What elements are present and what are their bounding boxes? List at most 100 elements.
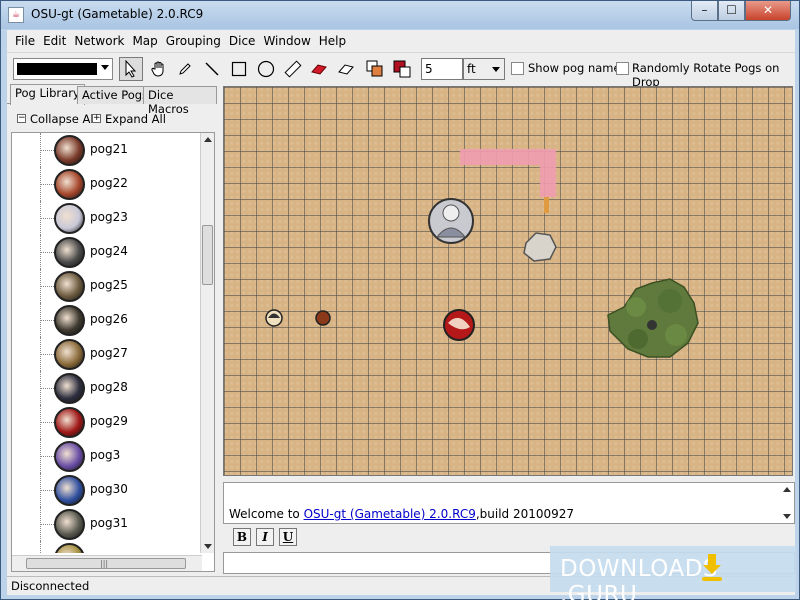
pog-tree-item[interactable]: pog31 (12, 507, 202, 541)
pog-thumbnail[interactable] (54, 373, 85, 404)
collapse-all-button[interactable]: Collapse All (30, 112, 97, 126)
chat-scrollbar[interactable] (780, 483, 794, 523)
tree-line (40, 320, 54, 321)
knight-pog[interactable] (428, 198, 474, 244)
random-rotate-checkbox[interactable] (616, 62, 629, 75)
layer-tool-button[interactable] (363, 57, 387, 81)
red-dragon-pog[interactable] (443, 309, 475, 341)
eraser-tool-button[interactable] (334, 57, 358, 81)
underline-button[interactable]: U (279, 528, 297, 546)
eraser-icon (338, 64, 354, 75)
tree-vertical-scrollbar[interactable] (200, 133, 214, 553)
pog-tree-item[interactable]: pog29 (12, 405, 202, 439)
title-bar[interactable]: ☕ OSU-gt (Gametable) 2.0.RC9 – ☐ ✕ (1, 1, 799, 29)
menu-network[interactable]: Network (70, 34, 128, 48)
tree-pog[interactable] (607, 278, 699, 358)
menu-map[interactable]: Map (128, 34, 161, 48)
pog-thumbnail[interactable] (54, 135, 85, 166)
distance-input[interactable]: 5 (421, 58, 463, 80)
pog-thumbnail[interactable] (54, 475, 85, 506)
tree-horizontal-scrollbar[interactable]: ||| (12, 555, 202, 571)
pog-label: pog31 (90, 516, 128, 530)
small-pog-dark[interactable] (315, 310, 331, 326)
tab-pog-library[interactable]: Pog Library (10, 84, 85, 105)
red-eraser-tool-button[interactable] (307, 57, 331, 81)
pog-tree-item[interactable]: pog28 (12, 371, 202, 405)
layer-icon (366, 60, 383, 77)
menu-edit[interactable]: Edit (39, 34, 70, 48)
menu-window[interactable]: Window (259, 34, 314, 48)
menu-help[interactable]: Help (315, 34, 350, 48)
pog-tree-item[interactable]: pog3 (12, 439, 202, 473)
circle-tool-button[interactable] (254, 57, 278, 81)
pog-thumbnail[interactable] (54, 237, 85, 268)
menu-grouping[interactable]: Grouping (162, 34, 225, 48)
pog-thumbnail[interactable] (54, 441, 85, 472)
map-canvas[interactable] (223, 86, 793, 476)
menu-dice[interactable]: Dice (225, 34, 260, 48)
show-pog-names-checkbox[interactable] (511, 62, 524, 75)
pog-thumbnail[interactable] (54, 169, 85, 200)
scroll-down-icon[interactable] (783, 514, 791, 519)
minimize-button[interactable]: – (691, 1, 718, 21)
ruler-tool-button[interactable] (281, 57, 305, 81)
welcome-prefix: Welcome to (229, 507, 304, 521)
pog-tree-item[interactable]: pog24 (12, 235, 202, 269)
unit-select[interactable]: ft (463, 58, 505, 80)
expand-all-button[interactable]: Expand All (105, 112, 166, 126)
pog-tree-item[interactable]: pog27 (12, 337, 202, 371)
pog-tree-item[interactable]: pog23 (12, 201, 202, 235)
scroll-up-icon[interactable] (783, 487, 791, 492)
pointer-tool-button[interactable] (119, 57, 143, 81)
pog-tree[interactable]: pog21 pog22 pog23 pog24 pog25 pog26 pog27 pog28… (11, 132, 215, 572)
tree-line (40, 218, 54, 219)
pog-thumbnail[interactable] (54, 203, 85, 234)
rectangle-tool-button[interactable] (227, 57, 251, 81)
maximize-button[interactable]: ☐ (718, 1, 745, 21)
pencil-tool-button[interactable] (173, 57, 197, 81)
bold-button[interactable]: B (233, 528, 251, 546)
pog-label: pog28 (90, 380, 128, 394)
pog-thumbnail[interactable] (54, 407, 85, 438)
tree-line (40, 184, 54, 185)
small-pog-light[interactable] (265, 309, 283, 327)
pog-label: pog26 (90, 312, 128, 326)
pog-thumbnail[interactable] (54, 271, 85, 302)
pointer-icon (125, 60, 137, 78)
color-layer-tool-button[interactable] (390, 57, 414, 81)
pog-tree-item[interactable]: pog22 (12, 167, 202, 201)
ruler-icon (284, 60, 302, 78)
line-tool-button[interactable] (200, 57, 224, 81)
rock-pog[interactable] (523, 232, 557, 262)
chat-log[interactable]: Welcome to OSU-gt (Gametable) 2.0.RC9,bu… (223, 482, 795, 524)
pog-thumbnail[interactable] (54, 543, 85, 553)
collapse-all-icon[interactable]: − (17, 114, 26, 123)
circle-icon (257, 60, 275, 78)
pog-thumbnail[interactable] (54, 509, 85, 540)
watermark: DOWNLOADS.GURU (550, 546, 796, 600)
welcome-link[interactable]: OSU-gt (Gametable) 2.0.RC9 (304, 507, 476, 521)
menu-file[interactable]: File (11, 34, 39, 48)
pog-tree-item[interactable] (12, 541, 202, 553)
pog-thumbnail[interactable] (54, 339, 85, 370)
scroll-thumb[interactable] (202, 225, 213, 285)
pog-thumbnail[interactable] (54, 305, 85, 336)
tab-active-pogs[interactable]: Active Pogs (77, 86, 154, 104)
tab-dice-macros[interactable]: Dice Macros (143, 86, 217, 116)
color-select[interactable] (13, 58, 113, 80)
pog-tree-item[interactable]: pog25 (12, 269, 202, 303)
hand-icon (151, 61, 164, 77)
pog-tree-item[interactable]: pog21 (12, 133, 202, 167)
pog-tree-item[interactable]: pog26 (12, 303, 202, 337)
scroll-up-icon[interactable] (204, 137, 212, 142)
italic-button[interactable]: I (256, 528, 274, 546)
expand-all-icon[interactable]: + (92, 114, 101, 123)
close-button[interactable]: ✕ (745, 1, 791, 21)
tree-line (40, 524, 54, 525)
hand-tool-button[interactable] (147, 57, 171, 81)
pog-label: pog30 (90, 482, 128, 496)
pog-label: pog21 (90, 142, 128, 156)
watermark-main: DOWNLOADS (560, 556, 718, 582)
pog-tree-item[interactable]: pog30 (12, 473, 202, 507)
scroll-down-icon[interactable] (204, 544, 212, 549)
